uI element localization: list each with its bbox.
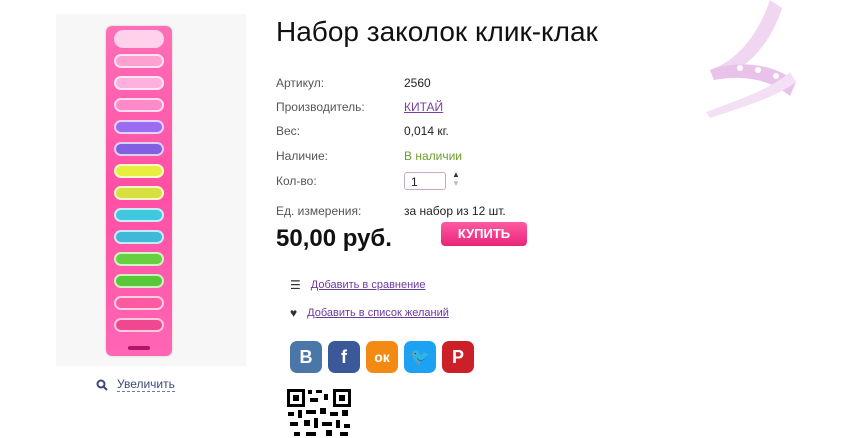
zoom-link[interactable]: Увеличить bbox=[117, 377, 175, 392]
product-title: Набор заколок клик-клак bbox=[276, 16, 598, 47]
buy-button[interactable]: КУПИТЬ bbox=[441, 222, 527, 246]
availability-value: В наличии bbox=[404, 149, 463, 163]
manufacturer-link[interactable]: КИТАЙ bbox=[404, 100, 443, 114]
twitter-share-button[interactable]: 🐦 bbox=[404, 341, 436, 373]
weight-value: 0,014 кг. bbox=[404, 124, 449, 138]
detail-label: Ед. измерения: bbox=[276, 204, 362, 218]
odnoklassniki-share-button[interactable]: ок bbox=[366, 341, 398, 373]
list-icon: ☰ bbox=[290, 278, 301, 292]
detail-label: Наличие: bbox=[276, 149, 329, 163]
hairclip-card bbox=[106, 26, 172, 356]
product-image[interactable] bbox=[56, 14, 246, 366]
compare-action[interactable]: ☰ Добавить в сравнение bbox=[290, 278, 425, 292]
detail-label: Вес: bbox=[276, 124, 301, 138]
zoom-link-area[interactable]: Увеличить bbox=[96, 377, 175, 392]
qr-code-icon bbox=[286, 388, 352, 438]
social-share: В f ок 🐦 P bbox=[290, 341, 474, 373]
unit-value: за набор из 12 шт. bbox=[404, 204, 506, 218]
quantity-input[interactable]: 1 bbox=[404, 172, 446, 190]
quantity-stepper[interactable]: ▲ ▼ bbox=[452, 170, 460, 188]
decrement-icon[interactable]: ▼ bbox=[452, 179, 460, 188]
increment-icon[interactable]: ▲ bbox=[452, 170, 460, 179]
sku-value: 2560 bbox=[404, 76, 431, 90]
add-to-wishlist-link[interactable]: Добавить в список желаний bbox=[307, 307, 449, 319]
detail-label: Артикул: bbox=[276, 76, 325, 90]
pinterest-share-button[interactable]: P bbox=[442, 341, 474, 373]
wishlist-action[interactable]: ♥ Добавить в список желаний bbox=[290, 306, 449, 320]
magnifier-icon bbox=[96, 379, 108, 391]
vk-share-button[interactable]: В bbox=[290, 341, 322, 373]
ribbon-decoration-icon bbox=[706, 0, 796, 118]
product-price: 50,00 руб. bbox=[276, 225, 392, 252]
facebook-share-button[interactable]: f bbox=[328, 341, 360, 373]
heart-icon: ♥ bbox=[290, 306, 298, 320]
add-to-compare-link[interactable]: Добавить в сравнение bbox=[311, 279, 426, 291]
detail-label: Кол-во: bbox=[276, 174, 317, 188]
detail-label: Производитель: bbox=[276, 100, 365, 114]
